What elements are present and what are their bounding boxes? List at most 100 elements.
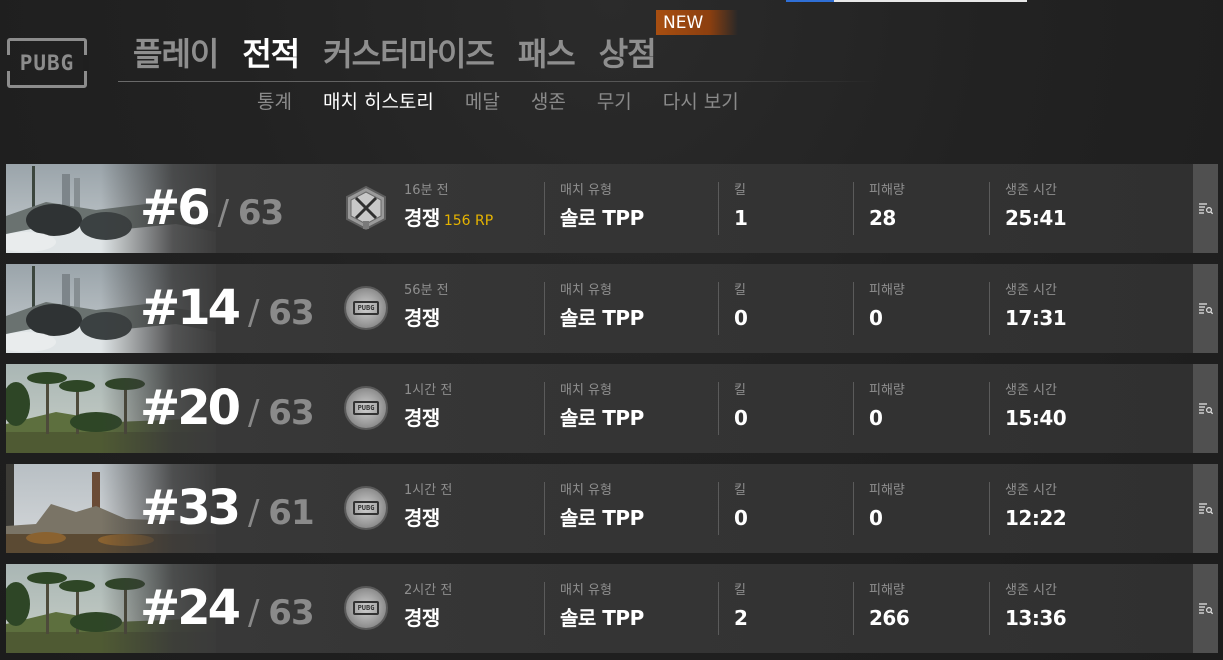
match-type-label: 매치 유형 [560,183,612,198]
pubg-badge-icon: PUBG [344,286,388,330]
kills-col: 킬 0 [734,382,748,432]
survival-col: 생존 시간 25:41 [1005,182,1067,232]
details-search-icon [1198,502,1213,514]
survival-value: 25:41 [1005,206,1067,230]
time-ago: 1시간 전 [404,383,453,398]
sub-nav: 통계 매치 히스토리 메달 생존 무기 다시 보기 [257,89,770,115]
match-type-value: 솔로 TPP [560,206,644,230]
top-indicator-blue [786,0,834,2]
column-divider [544,382,545,435]
main-nav: 플레이 전적 커스터마이즈 패스 상점 [133,30,680,78]
main-nav-play[interactable]: 플레이 [133,30,219,78]
placement-total: / 63 [217,193,285,233]
kills-label: 킬 [734,183,746,198]
column-divider [544,282,545,335]
damage-label: 피해량 [869,283,905,298]
new-badge: NEW [656,10,738,35]
match-type-col: 매치 유형 솔로 TPP [560,482,644,532]
pubg-badge-icon: PUBG [344,386,388,430]
damage-col: 피해량 28 [869,182,905,232]
survival-value: 15:40 [1005,406,1067,430]
kills-value: 2 [734,606,748,630]
placement-rank: #20 [140,380,241,436]
pubg-badge-icon: PUBG [344,486,388,530]
column-divider [718,282,719,335]
placement-rank: #14 [140,280,241,336]
damage-value: 0 [869,406,883,430]
match-row[interactable]: #24/ 63 PUBG 2시간 전 경쟁 매치 유형 솔로 TPP 킬 2 피… [6,564,1218,653]
match-row[interactable]: #14/ 63 PUBG 56분 전 경쟁 매치 유형 솔로 TPP 킬 0 피… [6,264,1218,353]
match-info: 56분 전 경쟁 [404,282,449,332]
match-info: 1시간 전 경쟁 [404,482,452,532]
kills-col: 킬 0 [734,482,748,532]
sub-nav-replays[interactable]: 다시 보기 [663,89,739,115]
placement: #14/ 63 [140,280,315,341]
survival-col: 생존 시간 15:40 [1005,382,1067,432]
match-type-value: 솔로 TPP [560,306,644,330]
survival-value: 12:22 [1005,506,1067,530]
match-type-col: 매치 유형 솔로 TPP [560,582,644,632]
kills-value: 0 [734,406,748,430]
damage-col: 피해량 0 [869,282,905,332]
match-row[interactable]: #20/ 63 PUBG 1시간 전 경쟁 매치 유형 솔로 TPP 킬 0 피… [6,364,1218,453]
damage-label: 피해량 [869,483,905,498]
match-type-value: 솔로 TPP [560,506,644,530]
main-nav-career[interactable]: 전적 [242,30,300,78]
placement: #24/ 63 [140,580,315,641]
column-divider [853,482,854,535]
mode-value: 경쟁 [404,506,440,530]
sub-nav-survival[interactable]: 생존 [531,89,566,115]
damage-value: 28 [869,206,896,230]
match-detail-button[interactable] [1193,264,1218,353]
column-divider [718,482,719,535]
match-detail-button[interactable] [1193,164,1218,253]
details-search-icon [1198,302,1213,314]
kills-label: 킬 [734,283,746,298]
column-divider [989,382,990,435]
sub-nav-weapons[interactable]: 무기 [597,89,632,115]
placement-total: / 63 [248,293,315,333]
match-row[interactable]: #33/ 61 PUBG 1시간 전 경쟁 매치 유형 솔로 TPP 킬 0 피… [6,464,1218,553]
match-detail-button[interactable] [1193,364,1218,453]
match-detail-button[interactable] [1193,464,1218,553]
main-nav-pass[interactable]: 패스 [518,30,576,78]
column-divider [989,482,990,535]
match-type-value: 솔로 TPP [560,406,644,430]
mode-value: 경쟁 [404,306,440,330]
column-divider [718,382,719,435]
match-info: 2시간 전 경쟁 [404,582,452,632]
sub-nav-medals[interactable]: 메달 [465,89,500,115]
damage-label: 피해량 [869,183,905,198]
top-indicator-white [834,0,1027,2]
placement-total: / 63 [248,593,315,633]
main-nav-customize[interactable]: 커스터마이즈 [323,30,495,78]
placement-total: / 61 [248,493,315,533]
match-type-value: 솔로 TPP [560,606,644,630]
mode-value: 경쟁 [404,606,440,630]
survival-value: 13:36 [1005,606,1067,630]
damage-col: 피해량 266 [869,582,910,632]
placement-rank: #6 [140,180,211,236]
placement: #33/ 61 [140,480,315,541]
kills-value: 0 [734,506,748,530]
match-detail-button[interactable] [1193,564,1218,653]
sub-nav-match-history[interactable]: 매치 히스토리 [323,89,434,115]
column-divider [544,182,545,235]
column-divider [853,282,854,335]
match-type-col: 매치 유형 솔로 TPP [560,282,644,332]
match-type-label: 매치 유형 [560,583,612,598]
match-row[interactable]: #6/ 63 16분 전 경쟁 156 RP 매치 유형 솔로 TPP 킬 1 피… [6,164,1218,253]
kills-value: 1 [734,206,748,230]
match-type-label: 매치 유형 [560,283,612,298]
match-type-col: 매치 유형 솔로 TPP [560,182,644,232]
sub-nav-stats[interactable]: 통계 [257,89,292,115]
pubg-logo[interactable]: PUBG [5,38,89,88]
main-nav-store[interactable]: 상점 [599,30,657,78]
details-search-icon [1198,402,1213,414]
column-divider [853,382,854,435]
match-type-label: 매치 유형 [560,383,612,398]
kills-value: 0 [734,306,748,330]
mode-value: 경쟁 156 RP [404,206,494,230]
column-divider [544,582,545,635]
column-divider [544,482,545,535]
